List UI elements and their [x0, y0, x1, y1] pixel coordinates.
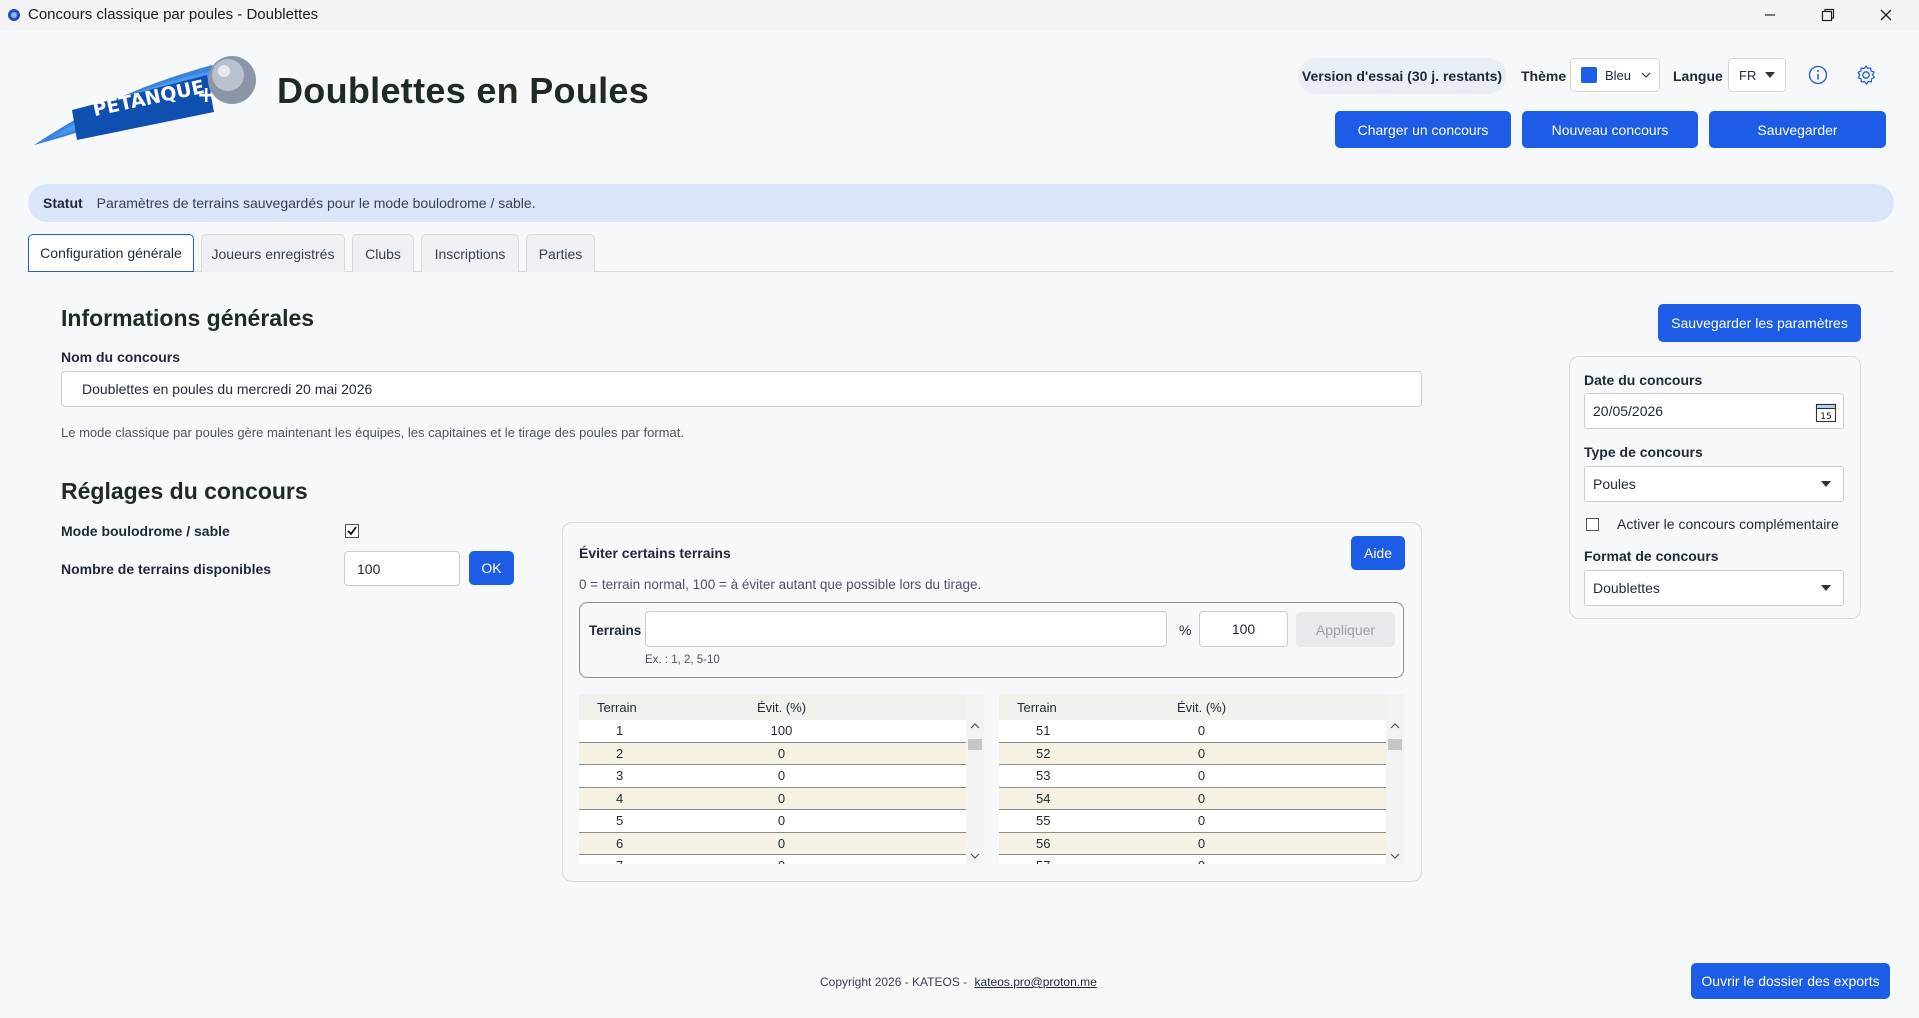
- terrains-label: Terrains: [589, 623, 642, 638]
- settings-heading: Réglages du concours: [61, 478, 308, 504]
- table-row[interactable]: 50: [579, 810, 984, 833]
- dropdown-caret-icon: [1821, 481, 1831, 487]
- lang-label: Langue: [1673, 68, 1723, 84]
- email-link[interactable]: kateos.pro@proton.me: [975, 975, 1097, 989]
- grid-header: Terrain Évit. (%): [999, 694, 1404, 720]
- date-input[interactable]: 20/05/2026 15: [1584, 393, 1844, 429]
- percent-label: %: [1179, 622, 1192, 638]
- date-label: Date du concours: [1584, 372, 1703, 388]
- table-row[interactable]: 56 0: [999, 832, 1404, 855]
- chevron-down-icon: [1641, 72, 1651, 78]
- table-row[interactable]: 54 0: [999, 787, 1404, 810]
- checkmark-icon: [347, 526, 357, 536]
- tab-registrations[interactable]: Inscriptions: [421, 234, 519, 272]
- app-title: Doublettes en Poules: [277, 70, 650, 111]
- table-row[interactable]: 51 0: [999, 720, 1404, 743]
- tab-configuration[interactable]: Configuration générale: [28, 234, 194, 272]
- avoid-terrains-title: Éviter certains terrains: [579, 545, 731, 561]
- grid-scrollbar[interactable]: [966, 694, 984, 864]
- scroll-arrows-icon: [1388, 723, 1402, 859]
- table-row[interactable]: 70: [579, 855, 984, 864]
- lang-select[interactable]: FR: [1728, 58, 1786, 92]
- dropdown-caret-icon: [1765, 72, 1775, 78]
- petanque-logo: PÉTANQUE +: [32, 50, 262, 150]
- gear-icon[interactable]: [1850, 59, 1882, 91]
- svg-text:+: +: [197, 83, 215, 108]
- svg-text:15: 15: [1820, 412, 1831, 422]
- app-icon: [8, 9, 20, 21]
- general-info-heading: Informations générales: [61, 305, 315, 331]
- table-row[interactable]: 60: [579, 832, 984, 855]
- theme-value: Bleu: [1605, 67, 1632, 83]
- percent-input[interactable]: 100: [1199, 611, 1288, 647]
- status-label: Statut: [43, 195, 83, 211]
- terrains-input[interactable]: [645, 611, 1167, 647]
- contest-name-label: Nom du concours: [61, 349, 181, 365]
- table-row[interactable]: 570: [999, 855, 1404, 864]
- help-button[interactable]: Aide: [1351, 536, 1405, 570]
- lang-value: FR: [1739, 67, 1757, 83]
- minimize-icon[interactable]: [1741, 0, 1799, 30]
- format-select[interactable]: Doublettes: [1584, 570, 1844, 606]
- complementary-label: Activer le concours complémentaire: [1617, 516, 1839, 532]
- restore-icon[interactable]: [1799, 0, 1857, 30]
- format-value: Doublettes: [1593, 580, 1660, 596]
- calendar-icon[interactable]: 15: [1815, 401, 1837, 423]
- footer-copyright: Copyright 2026 - KATEOS - kateos.pro@pro…: [820, 975, 1097, 989]
- type-value: Poules: [1593, 476, 1636, 492]
- open-exports-button[interactable]: Ouvrir le dossier des exports: [1691, 963, 1890, 999]
- boulodrome-label: Mode boulodrome / sable: [61, 523, 230, 539]
- tab-players[interactable]: Joueurs enregistrés: [201, 234, 345, 272]
- col-terrain: Terrain: [1017, 699, 1057, 715]
- status-text: Paramètres de terrains sauvegardés pour …: [96, 195, 536, 211]
- col-evit: Évit. (%): [1176, 699, 1227, 715]
- complementary-checkbox[interactable]: [1586, 518, 1599, 531]
- date-value: 20/05/2026: [1593, 403, 1664, 419]
- save-settings-button[interactable]: Sauvegarder les paramètres: [1658, 304, 1861, 342]
- type-select[interactable]: Poules: [1584, 466, 1844, 502]
- table-row[interactable]: 1 100: [579, 720, 984, 743]
- new-contest-button[interactable]: Nouveau concours: [1522, 111, 1698, 148]
- tab-clubs[interactable]: Clubs: [352, 234, 414, 272]
- terrains-grid-right[interactable]: Terrain Évit. (%) 51 0 52 0 53 0 54 0 55 0 56…: [999, 694, 1404, 864]
- avoid-description: 0 = terrain normal, 100 = à éviter autan…: [579, 577, 982, 592]
- table-row[interactable]: 52 0: [999, 742, 1404, 765]
- trial-badge: Version d'essai (30 j. restants): [1298, 58, 1506, 94]
- terrains-count-label: Nombre de terrains disponibles: [61, 561, 272, 577]
- terrains-count-input[interactable]: 100: [344, 551, 460, 586]
- theme-swatch: [1581, 67, 1597, 83]
- table-row[interactable]: 55 0: [999, 810, 1404, 833]
- load-contest-button[interactable]: Charger un concours: [1335, 111, 1511, 148]
- grid-header: Terrain Évit. (%): [579, 694, 984, 720]
- ok-button[interactable]: OK: [469, 551, 514, 585]
- window-title: Concours classique par poules - Doublett…: [28, 6, 319, 23]
- apply-button[interactable]: Appliquer: [1296, 612, 1395, 647]
- theme-select[interactable]: Bleu: [1570, 58, 1660, 92]
- col-terrain: Terrain: [597, 699, 637, 715]
- mode-help-text: Le mode classique par poules gère mainte…: [61, 425, 684, 440]
- table-row[interactable]: 53 0: [999, 765, 1404, 788]
- table-row[interactable]: 30: [579, 765, 984, 788]
- copyright-text: Copyright 2026 - KATEOS -: [820, 975, 971, 989]
- tab-games[interactable]: Parties: [526, 234, 595, 272]
- terrains-example: Ex. : 1, 2, 5-10: [645, 654, 720, 666]
- save-button[interactable]: Sauvegarder: [1709, 111, 1886, 148]
- info-icon[interactable]: [1802, 59, 1834, 91]
- dropdown-caret-icon: [1821, 585, 1831, 591]
- boulodrome-checkbox[interactable]: [345, 524, 359, 538]
- format-label: Format de concours: [1584, 548, 1719, 564]
- scroll-arrows-icon: [968, 723, 982, 859]
- status-bar: Statut Paramètres de terrains sauvegardé…: [28, 184, 1894, 222]
- terrains-grid-left[interactable]: Terrain Évit. (%) 1100 20 30 40 50 60 70: [579, 694, 984, 864]
- close-icon[interactable]: [1857, 0, 1915, 30]
- table-row[interactable]: 20: [579, 742, 984, 765]
- grid-scrollbar[interactable]: [1386, 694, 1404, 864]
- type-label: Type de concours: [1584, 444, 1703, 460]
- col-evit: Évit. (%): [756, 699, 807, 715]
- table-row[interactable]: 40: [579, 787, 984, 810]
- contest-name-input[interactable]: Doublettes en poules du mercredi 20 mai …: [61, 371, 1422, 407]
- theme-label: Thème: [1521, 68, 1567, 84]
